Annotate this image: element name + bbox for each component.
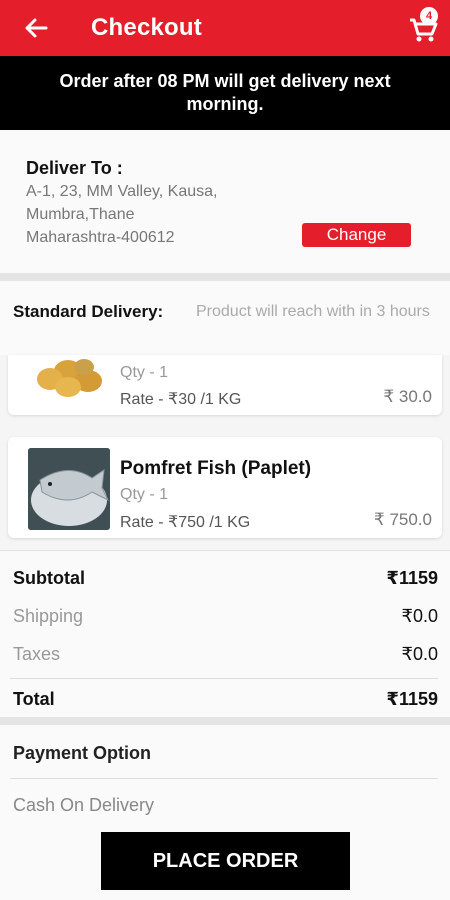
payment-option-title: Payment Option [13,743,152,763]
payment-section: Payment Option Cash On Delivery PLACE OR… [0,725,450,900]
section-divider [0,717,450,725]
standard-delivery-label: Standard Delivery: [13,302,164,321]
total-label: Total [13,689,55,709]
address-line-3: Maharashtra-400612 [26,229,175,246]
order-summary: Subtotal ₹1159 Shipping ₹0.0 Taxes ₹0.0 … [0,550,450,717]
product-name: Pomfret Fish (Paplet) [120,458,312,479]
change-address-button[interactable]: Change [302,223,411,247]
summary-divider [10,678,438,679]
payment-divider [10,778,438,779]
cart-item-card[interactable]: Qty - 1 Rate - ₹30 /1 KG ₹ 30.0 [8,355,442,415]
shipping-value: ₹0.0 [401,606,438,626]
product-price: ₹ 750.0 [373,510,432,529]
arrow-left-icon[interactable] [22,14,50,42]
address-line-2: Mumbra,Thane [26,206,135,223]
potatoes-image [28,355,110,413]
app-bar: Checkout 4 [0,0,450,56]
cash-on-delivery-option[interactable]: Cash On Delivery [13,795,154,816]
product-price: ₹ 30.0 [383,387,432,406]
taxes-label: Taxes [13,644,61,664]
delivery-time-note: Product will reach with in 3 hours [196,303,430,320]
section-divider [0,273,450,281]
product-rate: Rate - ₹30 /1 KG [120,391,242,408]
shipping-label: Shipping [13,606,84,626]
product-quantity: Qty - 1 [120,486,169,503]
place-order-button[interactable]: PLACE ORDER [101,832,350,890]
total-value: ₹1159 [386,689,438,709]
cart-item-card[interactable]: Pomfret Fish (Paplet) Qty - 1 Rate - ₹75… [8,437,442,538]
deliver-to-label: Deliver To : [26,158,123,178]
subtotal-value: ₹1159 [386,568,438,588]
product-rate: Rate - ₹750 /1 KG [120,514,251,531]
taxes-value: ₹0.0 [401,644,438,664]
delivery-address-section: Deliver To : A-1, 23, MM Valley, Kausa, … [0,130,450,273]
product-quantity: Qty - 1 [120,364,169,381]
delivery-notice-banner: Order after 08 PM will get delivery next… [0,56,450,130]
address-line-1: A-1, 23, MM Valley, Kausa, [26,183,218,200]
delivery-type-section: Standard Delivery: Product will reach wi… [0,281,450,355]
pomfret-fish-image [28,448,110,530]
page-title: Checkout [91,14,202,41]
cart-count-badge: 4 [420,7,438,25]
subtotal-label: Subtotal [13,568,85,588]
